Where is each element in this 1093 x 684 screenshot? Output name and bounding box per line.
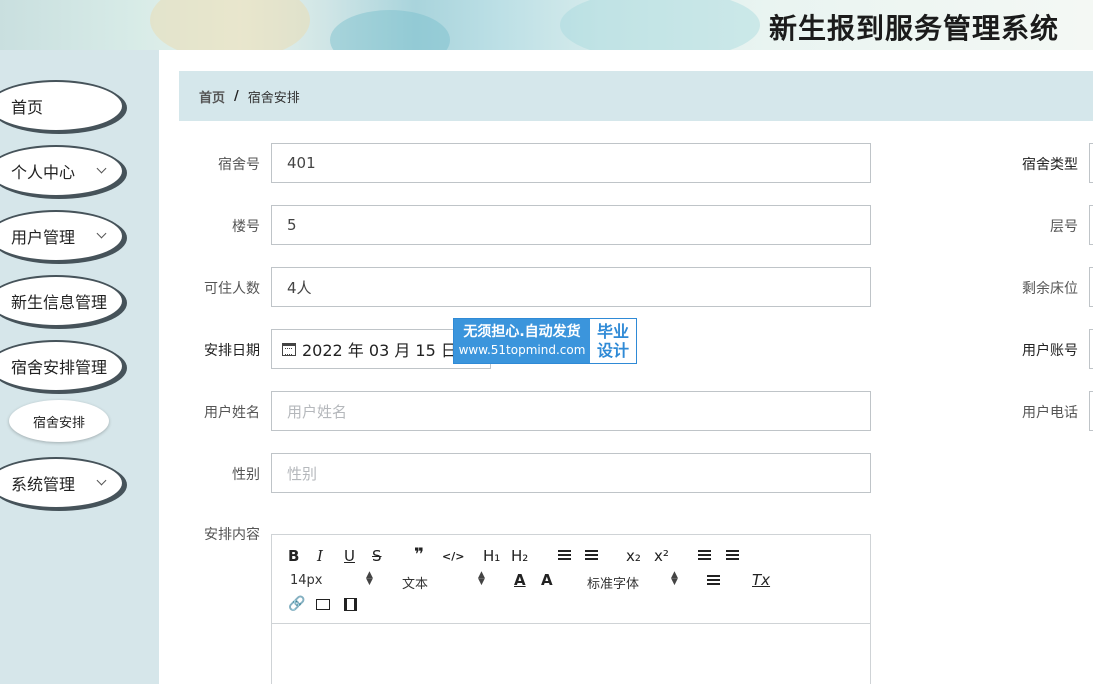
outdent-icon[interactable] — [698, 550, 711, 561]
user-account-select[interactable] — [1089, 329, 1093, 369]
floor-no-label: 层号 — [1050, 219, 1078, 235]
watermark-badge-line2: 设计 — [596, 341, 629, 360]
user-phone-input[interactable] — [1089, 391, 1093, 431]
code-block-button[interactable]: </> — [442, 548, 464, 566]
sidebar-item-label: 系统管理 — [11, 475, 76, 494]
select-arrows-icon: ▲ ▼ — [671, 570, 678, 587]
chevron-down-icon — [96, 475, 107, 486]
sidebar-item-label: 宿舍安排管理 — [11, 358, 108, 377]
floor-no-input[interactable] — [1089, 205, 1093, 245]
remaining-beds-input[interactable] — [1089, 267, 1093, 307]
gender-input[interactable]: 性别 — [271, 453, 871, 493]
sidebar: 首页 个人中心 用户管理 新生信息管理 宿舍安排管理 宿舍安排 系统管理 — [0, 50, 159, 684]
underline-button[interactable]: U — [344, 547, 355, 565]
watermark-badge: 无须担心.自动发货 www.51topmind.com 毕业 设计 — [453, 318, 637, 364]
sidebar-item-label: 首页 — [11, 98, 44, 117]
dorm-type-select[interactable] — [1089, 143, 1093, 183]
user-account-label: 用户账号 — [1022, 343, 1078, 359]
calendar-icon — [282, 342, 296, 356]
user-name-label: 用户姓名 — [204, 405, 260, 421]
font-color-icon[interactable]: A — [514, 571, 526, 589]
paragraph-select[interactable]: 文本 ▲ ▼ — [402, 571, 485, 593]
bold-button[interactable]: B — [288, 547, 299, 565]
content-label: 安排内容 — [204, 527, 260, 543]
watermark-line1: 无须担心.自动发货 — [463, 324, 581, 340]
capacity-input[interactable]: 4人 — [271, 267, 871, 307]
chevron-down-icon — [96, 163, 107, 174]
ordered-list-icon[interactable] — [558, 550, 571, 561]
building-no-input[interactable]: 5 — [271, 205, 871, 245]
header2-button[interactable]: H₂ — [511, 547, 528, 565]
sidebar-item-home[interactable]: 首页 — [0, 80, 124, 132]
header-decoration — [150, 0, 310, 50]
header-decoration — [560, 0, 760, 50]
system-title: 新生报到服务管理系统 — [768, 12, 1059, 45]
paragraph-value: 文本 — [402, 577, 429, 592]
watermark-badge-text: 毕业 设计 — [590, 319, 636, 363]
editor-content-area[interactable] — [272, 624, 870, 684]
header-decoration — [330, 10, 450, 50]
top-header: 新生报到服务管理系统 — [0, 0, 1093, 50]
user-phone-label: 用户电话 — [1022, 405, 1078, 421]
arrange-date-value: 2022 年 03 月 15 日 — [302, 341, 457, 360]
subscript-button[interactable]: x₂ — [626, 547, 641, 565]
link-icon[interactable]: 🔗 — [288, 595, 305, 613]
dorm-type-label: 宿舍类型 — [1022, 157, 1078, 173]
watermark-badge-line1: 毕业 — [596, 322, 629, 341]
sidebar-item-dorm-arrangement[interactable]: 宿舍安排管理 — [0, 340, 124, 392]
breadcrumb-home-link[interactable]: 首页 — [199, 87, 225, 106]
breadcrumb: 首页 / 宿舍安排 — [179, 71, 1093, 121]
submenu-item-dorm-arrangement[interactable]: 宿舍安排 — [9, 400, 109, 442]
bullet-list-icon[interactable] — [585, 550, 598, 561]
dorm-no-label: 宿舍号 — [218, 157, 260, 173]
select-arrows-icon: ▲ ▼ — [478, 570, 485, 587]
align-icon[interactable] — [707, 575, 720, 586]
watermark-line2: www.51topmind.com — [458, 343, 586, 357]
chevron-down-icon — [96, 228, 107, 239]
breadcrumb-separator: / — [234, 88, 239, 104]
sidebar-item-student-info[interactable]: 新生信息管理 — [0, 275, 124, 327]
rich-text-editor: B I U S ❞ </> H₁ H₂ x₂ x² 14px ▲ ▼ 文本 ▲ ▼ … — [271, 534, 871, 684]
sidebar-item-label: 个人中心 — [11, 163, 76, 182]
font-size-select[interactable]: 14px ▲ ▼ — [290, 571, 373, 589]
user-name-input[interactable]: 用户姓名 — [271, 391, 871, 431]
strike-button[interactable]: S — [372, 547, 382, 565]
gender-label: 性别 — [232, 467, 260, 483]
italic-button[interactable]: I — [317, 547, 323, 565]
watermark-text: 无须担心.自动发货 www.51topmind.com — [454, 319, 590, 363]
indent-icon[interactable] — [726, 550, 739, 561]
background-color-icon[interactable]: A — [541, 571, 553, 589]
capacity-label: 可住人数 — [204, 281, 260, 297]
select-arrows-icon: ▲ ▼ — [366, 570, 373, 587]
sidebar-item-label: 新生信息管理 — [11, 293, 108, 312]
building-no-label: 楼号 — [232, 219, 260, 235]
breadcrumb-current: 宿舍安排 — [247, 90, 300, 106]
header1-button[interactable]: H₁ — [483, 547, 500, 565]
editor-toolbar: B I U S ❞ </> H₁ H₂ x₂ x² 14px ▲ ▼ 文本 ▲ ▼ … — [272, 535, 870, 624]
sidebar-item-user-management[interactable]: 用户管理 — [0, 210, 124, 262]
font-family-value: 标准字体 — [587, 577, 640, 592]
remaining-beds-label: 剩余床位 — [1022, 281, 1078, 297]
clean-format-button[interactable]: Tx — [752, 571, 770, 589]
sidebar-item-personal-center[interactable]: 个人中心 — [0, 145, 124, 197]
video-icon[interactable] — [344, 598, 357, 611]
font-size-value: 14px — [290, 573, 323, 588]
sidebar-item-label: 用户管理 — [11, 228, 76, 247]
sidebar-item-system-management[interactable]: 系统管理 — [0, 457, 124, 509]
superscript-button[interactable]: x² — [654, 547, 669, 565]
image-icon[interactable] — [316, 599, 330, 610]
arrange-date-label: 安排日期 — [204, 343, 260, 359]
blockquote-button[interactable]: ❞ — [414, 546, 424, 564]
dorm-no-input[interactable]: 401 — [271, 143, 871, 183]
font-family-select[interactable]: 标准字体 ▲ ▼ — [587, 571, 678, 593]
